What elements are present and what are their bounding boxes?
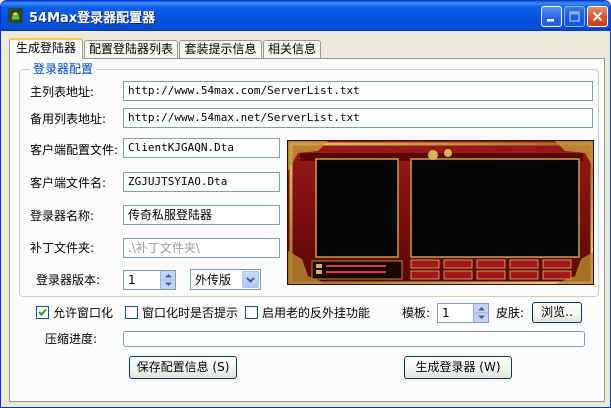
launcher-skin-preview — [287, 140, 594, 285]
browse-button[interactable]: 浏览.. — [532, 302, 582, 323]
backup-list-label: 备用列表地址: — [30, 112, 107, 126]
tab-configure-launcher-list[interactable]: 配置登陆器列表 — [84, 40, 178, 59]
save-config-button[interactable]: 保存配置信息 (S) — [129, 356, 237, 379]
version-spinner[interactable]: 1 — [123, 270, 176, 290]
compress-progress-bar — [123, 331, 585, 347]
edition-value: 外传版 — [195, 273, 232, 287]
allow-window-label[interactable]: 允许窗口化 — [53, 306, 113, 320]
checkmark-icon — [38, 308, 47, 316]
group-title: 登录器配置 — [30, 62, 97, 76]
main-list-input[interactable]: http://www.54max.com/ServerList.txt — [123, 81, 593, 101]
spinner-arrows-icon[interactable] — [473, 304, 489, 322]
maximize-button[interactable] — [564, 6, 585, 27]
launcher-name-input[interactable]: 传奇私服登陆器 — [123, 205, 280, 225]
version-label: 登录器版本: — [36, 273, 101, 287]
old-anticheat-checkbox[interactable] — [245, 306, 258, 319]
generate-launcher-button[interactable]: 生成登录器 (W) — [404, 356, 512, 379]
spin-up-down-icon — [161, 274, 176, 286]
tab-related-info[interactable]: 相关信息 — [263, 40, 321, 59]
patch-folder-label: 补丁文件夹: — [30, 241, 95, 255]
backup-list-input[interactable]: http://www.54max.net/ServerList.txt — [123, 108, 593, 128]
title-bar[interactable]: 54Max登录器配置器 — [1, 1, 610, 31]
tab-generate-launcher[interactable]: 生成登陆器 — [9, 38, 83, 59]
template-spinner[interactable]: 1 — [437, 303, 489, 323]
client-config-label: 客户端配置文件: — [30, 143, 119, 157]
version-value: 1 — [128, 273, 136, 287]
tab-set-tips[interactable]: 套装提示信息 — [179, 40, 262, 59]
launcher-name-label: 登录器名称: — [30, 209, 95, 223]
skin-label: 皮肤: — [496, 306, 525, 320]
spinner-arrows-icon[interactable] — [160, 271, 176, 289]
app-icon — [8, 8, 23, 23]
main-list-label: 主列表地址: — [30, 85, 95, 99]
app-window: 54Max登录器配置器 生成登陆器 配置登陆器列表 套装提示信息 相关信息 登录… — [0, 0, 611, 408]
progress-label: 压缩进度: — [45, 332, 98, 346]
skin-preview-image — [288, 141, 593, 284]
edition-select[interactable]: 外传版 — [190, 269, 261, 290]
dropdown-arrow-icon — [246, 277, 255, 283]
window-prompt-checkbox[interactable] — [125, 306, 138, 319]
maximize-icon — [569, 11, 580, 22]
close-icon — [592, 11, 603, 22]
allow-window-checkbox[interactable] — [36, 306, 49, 319]
patch-folder-input: .\补丁文件夹\ — [123, 238, 280, 258]
window-title: 54Max登录器配置器 — [29, 11, 156, 26]
close-button[interactable] — [587, 6, 608, 27]
client-file-label: 客户端文件名: — [30, 176, 107, 190]
minimize-icon — [547, 19, 554, 22]
minimize-button[interactable] — [541, 6, 562, 27]
client-file-input[interactable]: ZGJUJTSYIAO.Dta — [123, 172, 280, 192]
spin-up-down-icon — [474, 307, 489, 319]
chevron-down-icon[interactable] — [242, 271, 259, 288]
template-value: 1 — [442, 306, 450, 320]
old-anticheat-label[interactable]: 启用老的反外挂功能 — [262, 306, 370, 320]
client-config-input[interactable]: ClientKJGAQN.Dta — [123, 138, 280, 158]
template-label: 模板: — [402, 306, 431, 320]
window-prompt-label[interactable]: 窗口化时是否提示 — [142, 306, 238, 320]
